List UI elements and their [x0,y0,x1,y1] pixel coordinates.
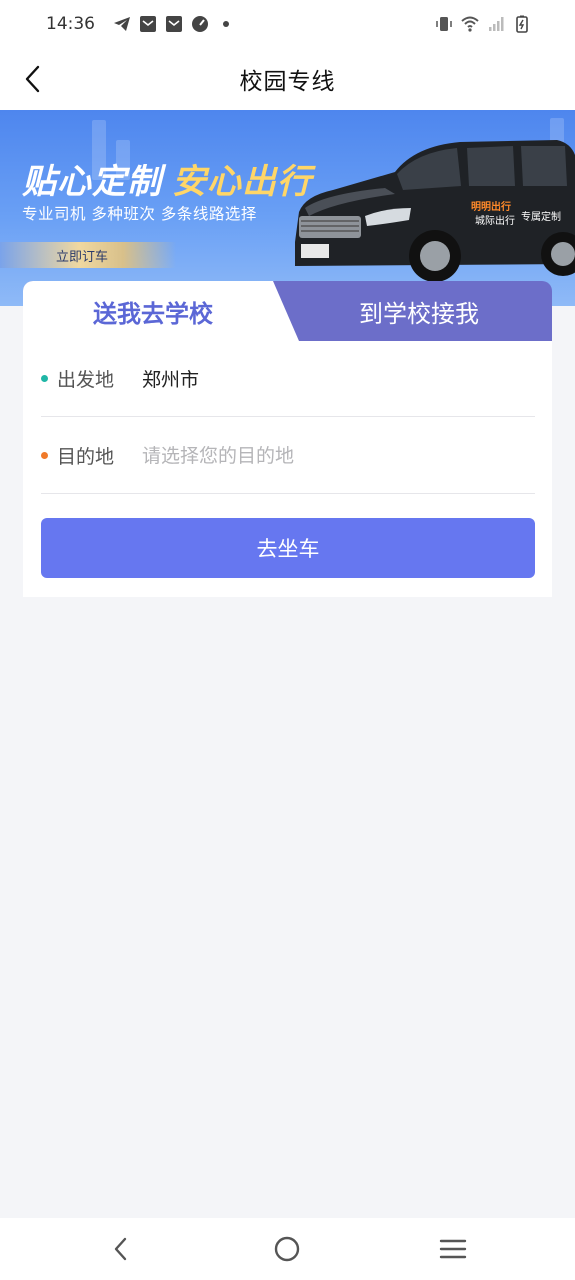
mail-icon [139,15,157,33]
destination-label: 目的地 [57,446,115,468]
page-title: 校园专线 [239,69,336,95]
system-back-button[interactable] [106,1234,136,1264]
origin-label: 出发地 [57,369,115,391]
nav-bar: 校园专线 [0,48,575,110]
back-triangle-icon [114,1237,127,1261]
destination-field[interactable]: 目的地 [41,418,535,494]
tab-to-school[interactable]: 送我去学校 [23,281,299,341]
status-bar: 14:36 [0,0,575,48]
promo-banner[interactable]: 贴心定制 安心出行 专业司机 多种班次 多条线路选择 立即订车 明明出行 城际出行… [0,110,575,306]
battery-charging-icon [513,15,531,33]
signal-icon [487,15,505,33]
menu-lines-icon [439,1239,467,1259]
mail-icon [165,15,183,33]
vibrate-icon [435,15,453,33]
system-menu-button[interactable] [438,1234,468,1264]
banner-subtitle: 专业司机 多种班次 多条线路选择 [22,205,257,223]
banner-headline: 贴心定制 安心出行 [22,162,312,202]
van-image: 明明出行 城际出行 专属定制 [295,140,575,282]
speedometer-icon [191,15,209,33]
system-home-button[interactable] [272,1234,302,1264]
origin-value[interactable]: 郑州市 [142,365,199,392]
system-nav-bar [0,1218,575,1280]
telegram-icon [113,15,131,33]
back-button[interactable] [18,63,48,95]
direction-tabs: 送我去学校 到学校接我 [23,281,552,341]
home-circle-icon [274,1236,300,1262]
book-now-button[interactable]: 立即订车 [0,242,176,268]
van-text-1: 城际出行 [475,214,515,227]
tab-pick-up-from-school[interactable]: 到学校接我 [323,281,552,341]
wifi-icon [461,15,479,33]
go-ride-button[interactable]: 去坐车 [41,518,535,578]
chevron-left-icon [25,65,40,93]
destination-dot-icon [41,452,48,459]
status-time: 14:36 [46,14,95,34]
dot-icon [217,15,235,33]
destination-input[interactable] [142,444,502,467]
origin-field[interactable]: 出发地 郑州市 [41,341,535,417]
origin-dot-icon [41,375,48,382]
van-text-2: 专属定制 [521,210,561,223]
van-brand-text: 明明出行 [471,200,511,213]
trip-form: 出发地 郑州市 目的地 去坐车 [23,341,552,597]
